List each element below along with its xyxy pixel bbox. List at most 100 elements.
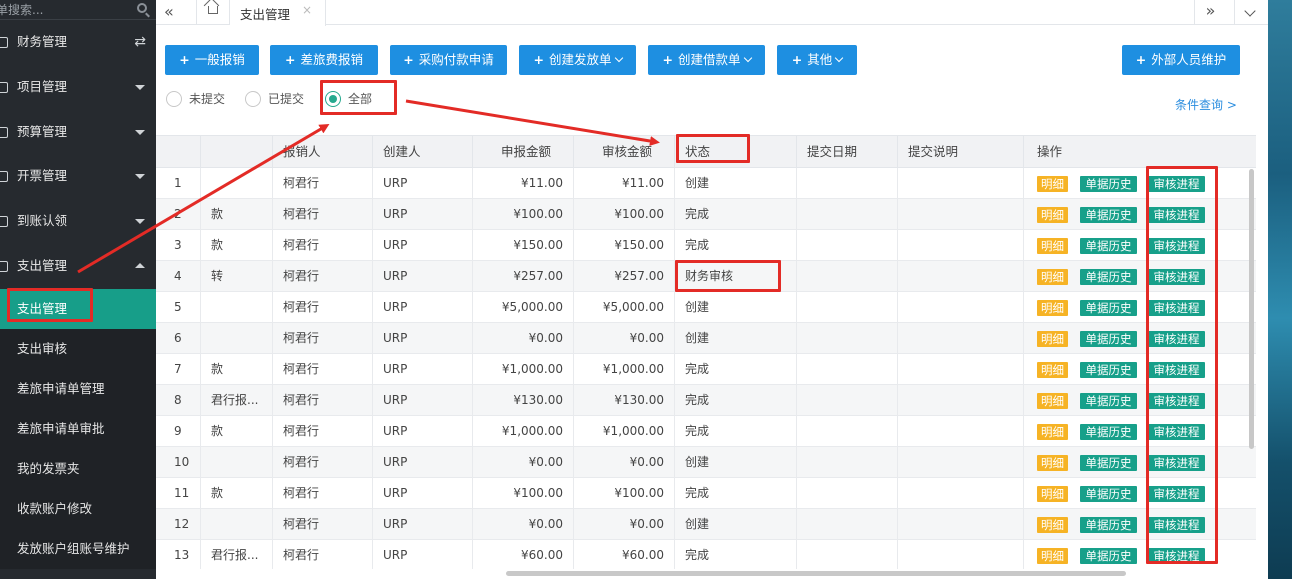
sidebar-item-receipt-claim[interactable]: 到账认领	[0, 201, 156, 241]
radio-submitted[interactable]: 已提交	[245, 90, 315, 108]
table-row[interactable]: 12 柯君行 URP ¥0.00 ¥0.00 创建 明细 单据历史 审核进程	[156, 509, 1256, 540]
sidebar-item-project[interactable]: 项目管理	[0, 67, 156, 107]
table-row[interactable]: 2 款柯君行 URP ¥100.00 ¥100.00 完成 明细 单据历史 审核进程	[156, 199, 1256, 230]
tab-menu-chevron-down-icon[interactable]	[1234, 0, 1268, 25]
create-loan-button[interactable]: + 创建借款单	[648, 45, 765, 75]
submenu-payout-account-group[interactable]: 发放账户组账号维护	[0, 529, 156, 569]
history-button[interactable]: 单据历史	[1080, 362, 1137, 378]
collapse-sidebar-icon[interactable]: «	[164, 2, 174, 21]
cell-submit-note	[897, 509, 1023, 540]
detail-button[interactable]: 明细	[1037, 455, 1068, 471]
table-row[interactable]: 1 柯君行 URP ¥11.00 ¥11.00 创建 明细 单据历史 审核进程	[156, 168, 1256, 199]
table-row[interactable]: 5 柯君行 URP ¥5,000.00 ¥5,000.00 创建 明细 单据历史 审核进程	[156, 292, 1256, 323]
chevron-down-icon	[135, 174, 145, 179]
header-creator[interactable]: 创建人	[372, 136, 472, 168]
history-button[interactable]: 单据历史	[1080, 207, 1137, 223]
external-staff-button[interactable]: + 外部人员维护	[1122, 45, 1240, 75]
cell-index: 9	[174, 424, 182, 438]
cell-actions: 明细 单据历史 审核进程	[1023, 478, 1256, 509]
cell-creator: URP	[372, 478, 472, 509]
table-row[interactable]: 8 君行报... 柯君行 URP ¥130.00 ¥130.00 完成 明细 单据历史 审核进程	[156, 385, 1256, 416]
history-button[interactable]: 单据历史	[1080, 548, 1137, 564]
home-tab[interactable]	[196, 0, 230, 25]
header-amount[interactable]: 申报金额	[472, 136, 573, 168]
cell-submit-date	[796, 478, 897, 509]
detail-button[interactable]: 明细	[1037, 362, 1068, 378]
table-row[interactable]: 11 款柯君行 URP ¥100.00 ¥100.00 完成 明细 单据历史 审核进程	[156, 478, 1256, 509]
table-row[interactable]: 7 款柯君行 URP ¥1,000.00 ¥1,000.00 完成 明细 单据历史 审核进程	[156, 354, 1256, 385]
general-reimburse-button[interactable]: + 一般报销	[165, 45, 259, 75]
history-button[interactable]: 单据历史	[1080, 300, 1137, 316]
scroll-tabs-right-icon[interactable]: »	[1194, 0, 1226, 25]
horizontal-scrollbar[interactable]	[506, 571, 1126, 576]
create-payout-button[interactable]: + 创建发放单	[519, 45, 636, 75]
purchase-payment-button[interactable]: + 采购付款申请	[390, 45, 507, 75]
history-button[interactable]: 单据历史	[1080, 486, 1137, 502]
detail-button[interactable]: 明细	[1037, 393, 1068, 409]
detail-button[interactable]: 明细	[1037, 300, 1068, 316]
cell-submit-date	[796, 230, 897, 261]
detail-button[interactable]: 明细	[1037, 238, 1068, 254]
submenu-travel-approval[interactable]: 差旅申请单审批	[0, 409, 156, 449]
sidebar-item-label: 财务管理	[17, 34, 68, 49]
sidebar-item-finance[interactable]: 财务管理 ⇄	[0, 22, 156, 62]
table-row[interactable]: 9 款柯君行 URP ¥1,000.00 ¥1,000.00 完成 明细 单据历史 审核进程	[156, 416, 1256, 447]
submenu-invoice-folder[interactable]: 我的发票夹	[0, 449, 156, 489]
table-row[interactable]: 13 君行报... 柯君行 URP ¥60.00 ¥60.00 完成 明细 单据历史 审核进程	[156, 540, 1256, 569]
detail-button[interactable]: 明细	[1037, 548, 1068, 564]
cell-actions: 明细 单据历史 审核进程	[1023, 447, 1256, 478]
cell-amount: ¥5,000.00	[472, 292, 573, 323]
cell-index: 5	[174, 300, 182, 314]
table-row[interactable]: 10 柯君行 URP ¥0.00 ¥0.00 创建 明细 单据历史 审核进程	[156, 447, 1256, 478]
history-button[interactable]: 单据历史	[1080, 455, 1137, 471]
cell-submit-note	[897, 354, 1023, 385]
detail-button[interactable]: 明细	[1037, 176, 1068, 192]
cell-creator: URP	[372, 509, 472, 540]
header-submit-date[interactable]: 提交日期	[796, 136, 897, 168]
condition-query-link[interactable]: 条件查询 >	[1175, 96, 1237, 113]
detail-button[interactable]: 明细	[1037, 207, 1068, 223]
travel-reimburse-button[interactable]: + 差旅费报销	[270, 45, 378, 75]
submenu-travel-request[interactable]: 差旅申请单管理	[0, 369, 156, 409]
search-icon[interactable]	[137, 3, 147, 13]
detail-button[interactable]: 明细	[1037, 486, 1068, 502]
detail-button[interactable]: 明细	[1037, 331, 1068, 347]
history-button[interactable]: 单据历史	[1080, 517, 1137, 533]
detail-button[interactable]: 明细	[1037, 424, 1068, 440]
radio-not-submitted[interactable]: 未提交	[166, 90, 236, 108]
cell-status: 完成	[674, 354, 796, 385]
tab-expense-management[interactable]: 支出管理 ×	[230, 0, 326, 26]
cell-approved: ¥0.00	[573, 323, 674, 354]
history-button[interactable]: 单据历史	[1080, 331, 1137, 347]
header-approved[interactable]: 审核金额	[573, 136, 674, 168]
cell-actions: 明细 单据历史 审核进程	[1023, 261, 1256, 292]
sidebar-item-invoice[interactable]: 开票管理	[0, 156, 156, 196]
sidebar-item-expense[interactable]: 支出管理	[0, 246, 156, 286]
sidebar-item-budget[interactable]: 预算管理	[0, 112, 156, 152]
close-icon[interactable]: ×	[302, 3, 312, 17]
submenu-payee-account[interactable]: 收款账户修改	[0, 489, 156, 529]
other-button[interactable]: + 其他	[777, 45, 857, 75]
detail-button[interactable]: 明细	[1037, 517, 1068, 533]
cell-submit-date	[796, 168, 897, 199]
detail-button[interactable]: 明细	[1037, 269, 1068, 285]
vertical-scrollbar[interactable]	[1249, 169, 1254, 449]
swap-icon[interactable]: ⇄	[134, 22, 146, 62]
sidebar-item-label: 开票管理	[17, 168, 68, 183]
header-handler[interactable]: 报销人	[272, 136, 372, 168]
radio-circle	[245, 91, 261, 107]
header-submit-note[interactable]: 提交说明	[897, 136, 1023, 168]
history-button[interactable]: 单据历史	[1080, 238, 1137, 254]
cell-amount: ¥1,000.00	[472, 416, 573, 447]
history-button[interactable]: 单据历史	[1080, 269, 1137, 285]
history-button[interactable]: 单据历史	[1080, 176, 1137, 192]
table-row[interactable]: 3 款柯君行 URP ¥150.00 ¥150.00 完成 明细 单据历史 审核进程	[156, 230, 1256, 261]
sidebar-search[interactable]: 单搜索...	[0, 0, 156, 20]
cell-approved: ¥0.00	[573, 509, 674, 540]
submenu-expense-audit[interactable]: 支出审核	[0, 329, 156, 369]
history-button[interactable]: 单据历史	[1080, 393, 1137, 409]
annotation-box-status-header	[676, 134, 750, 163]
cell-submit-note	[897, 385, 1023, 416]
table-row[interactable]: 6 柯君行 URP ¥0.00 ¥0.00 创建 明细 单据历史 审核进程	[156, 323, 1256, 354]
history-button[interactable]: 单据历史	[1080, 424, 1137, 440]
